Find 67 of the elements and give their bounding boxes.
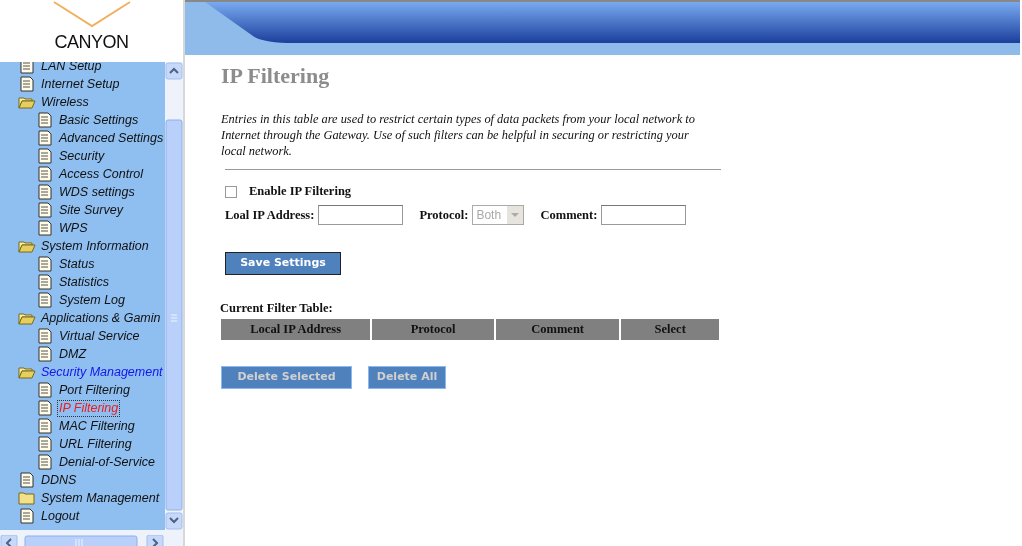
- sidebar-item[interactable]: System Information: [40, 238, 150, 254]
- sidebar-item[interactable]: Status: [58, 256, 96, 272]
- sidebar-item[interactable]: URL Filtering: [58, 436, 133, 452]
- page-icon: [36, 454, 54, 470]
- page-icon: [36, 328, 54, 344]
- page-icon: [18, 508, 36, 524]
- sidebar-item[interactable]: Advanced Settings: [58, 130, 165, 146]
- sidebar-item[interactable]: Applications & Gamin: [40, 310, 162, 326]
- input-field[interactable]: [601, 205, 687, 226]
- enable-checkbox[interactable]: [225, 185, 237, 198]
- sidebar-item[interactable]: Statistics: [58, 274, 110, 290]
- sidebar-item[interactable]: DMZ: [58, 346, 88, 362]
- page-icon: [18, 472, 36, 488]
- page-icon: [36, 256, 54, 272]
- page-icon: [18, 62, 36, 74]
- page-icon: [36, 112, 54, 128]
- column-header: Select: [621, 319, 719, 341]
- page-icon: [36, 274, 54, 290]
- sidebar-item[interactable]: WPS: [58, 220, 89, 236]
- sidebar-item[interactable]: MAC Filtering: [58, 418, 136, 434]
- action-button: Delete Selected: [221, 366, 352, 389]
- vertical-scrollbar[interactable]: [165, 62, 183, 530]
- sidebar-item[interactable]: Security: [58, 148, 106, 164]
- checkbox-label: Enable IP Filtering: [249, 183, 352, 201]
- logo-mark-icon: [52, 0, 132, 28]
- page-icon: [36, 130, 54, 146]
- sidebar-item[interactable]: System Log: [58, 292, 126, 308]
- page-icon: [36, 292, 54, 308]
- page-icon: [36, 220, 54, 236]
- sidebar-item[interactable]: System Management: [40, 490, 161, 506]
- description-text: Entries in this table are used to restrict certain types of data packets from your local network to Internet through the Gateway. Use of such filters can be helpful in securing or restricting your local network.: [221, 111, 696, 160]
- column-header: Local IP Address: [221, 319, 371, 341]
- page-icon: [36, 436, 54, 452]
- save-settings-button[interactable]: Save Settings: [225, 252, 341, 275]
- protocol-select: Both: [472, 205, 525, 226]
- sidebar-item[interactable]: DDNS: [40, 472, 78, 488]
- sidebar-item[interactable]: Site Survey: [58, 202, 124, 218]
- field-label: Protocol:: [419, 206, 469, 224]
- page-icon: [36, 202, 54, 218]
- sidebar-item[interactable]: Security Management: [40, 364, 164, 380]
- horizontal-scrollbar[interactable]: [0, 530, 183, 546]
- page-icon: [36, 400, 54, 416]
- sidebar-item[interactable]: Access Control: [58, 166, 145, 182]
- column-header: Comment: [495, 319, 620, 341]
- page-icon: [36, 382, 54, 398]
- page-title: IP Filtering: [221, 63, 331, 90]
- sidebar-item[interactable]: Logout: [40, 508, 81, 524]
- field-label: Loal IP Address:: [225, 206, 315, 224]
- action-button: Delete All: [368, 366, 446, 389]
- table-caption: Current Filter Table:: [220, 299, 334, 317]
- page-icon: [36, 346, 54, 362]
- sidebar-item[interactable]: Internet Setup: [40, 76, 121, 92]
- page-icon: [36, 166, 54, 182]
- field-label: Comment:: [540, 206, 598, 224]
- sidebar-item[interactable]: Port Filtering: [58, 382, 131, 398]
- sidebar-item[interactable]: WDS settings: [58, 184, 136, 200]
- page-icon: [36, 148, 54, 164]
- sidebar-item[interactable]: Basic Settings: [58, 112, 140, 128]
- input-field[interactable]: [318, 205, 404, 226]
- column-header: Protocol: [372, 319, 494, 341]
- sidebar-item[interactable]: Virtual Service: [58, 328, 141, 344]
- sidebar-item[interactable]: Denial-of-Service: [58, 454, 156, 470]
- sidebar-item[interactable]: Wireless: [40, 94, 90, 110]
- page-icon: [36, 184, 54, 200]
- page-icon: [36, 418, 54, 434]
- logo: CANYON: [54, 31, 129, 54]
- page-icon: [18, 76, 36, 92]
